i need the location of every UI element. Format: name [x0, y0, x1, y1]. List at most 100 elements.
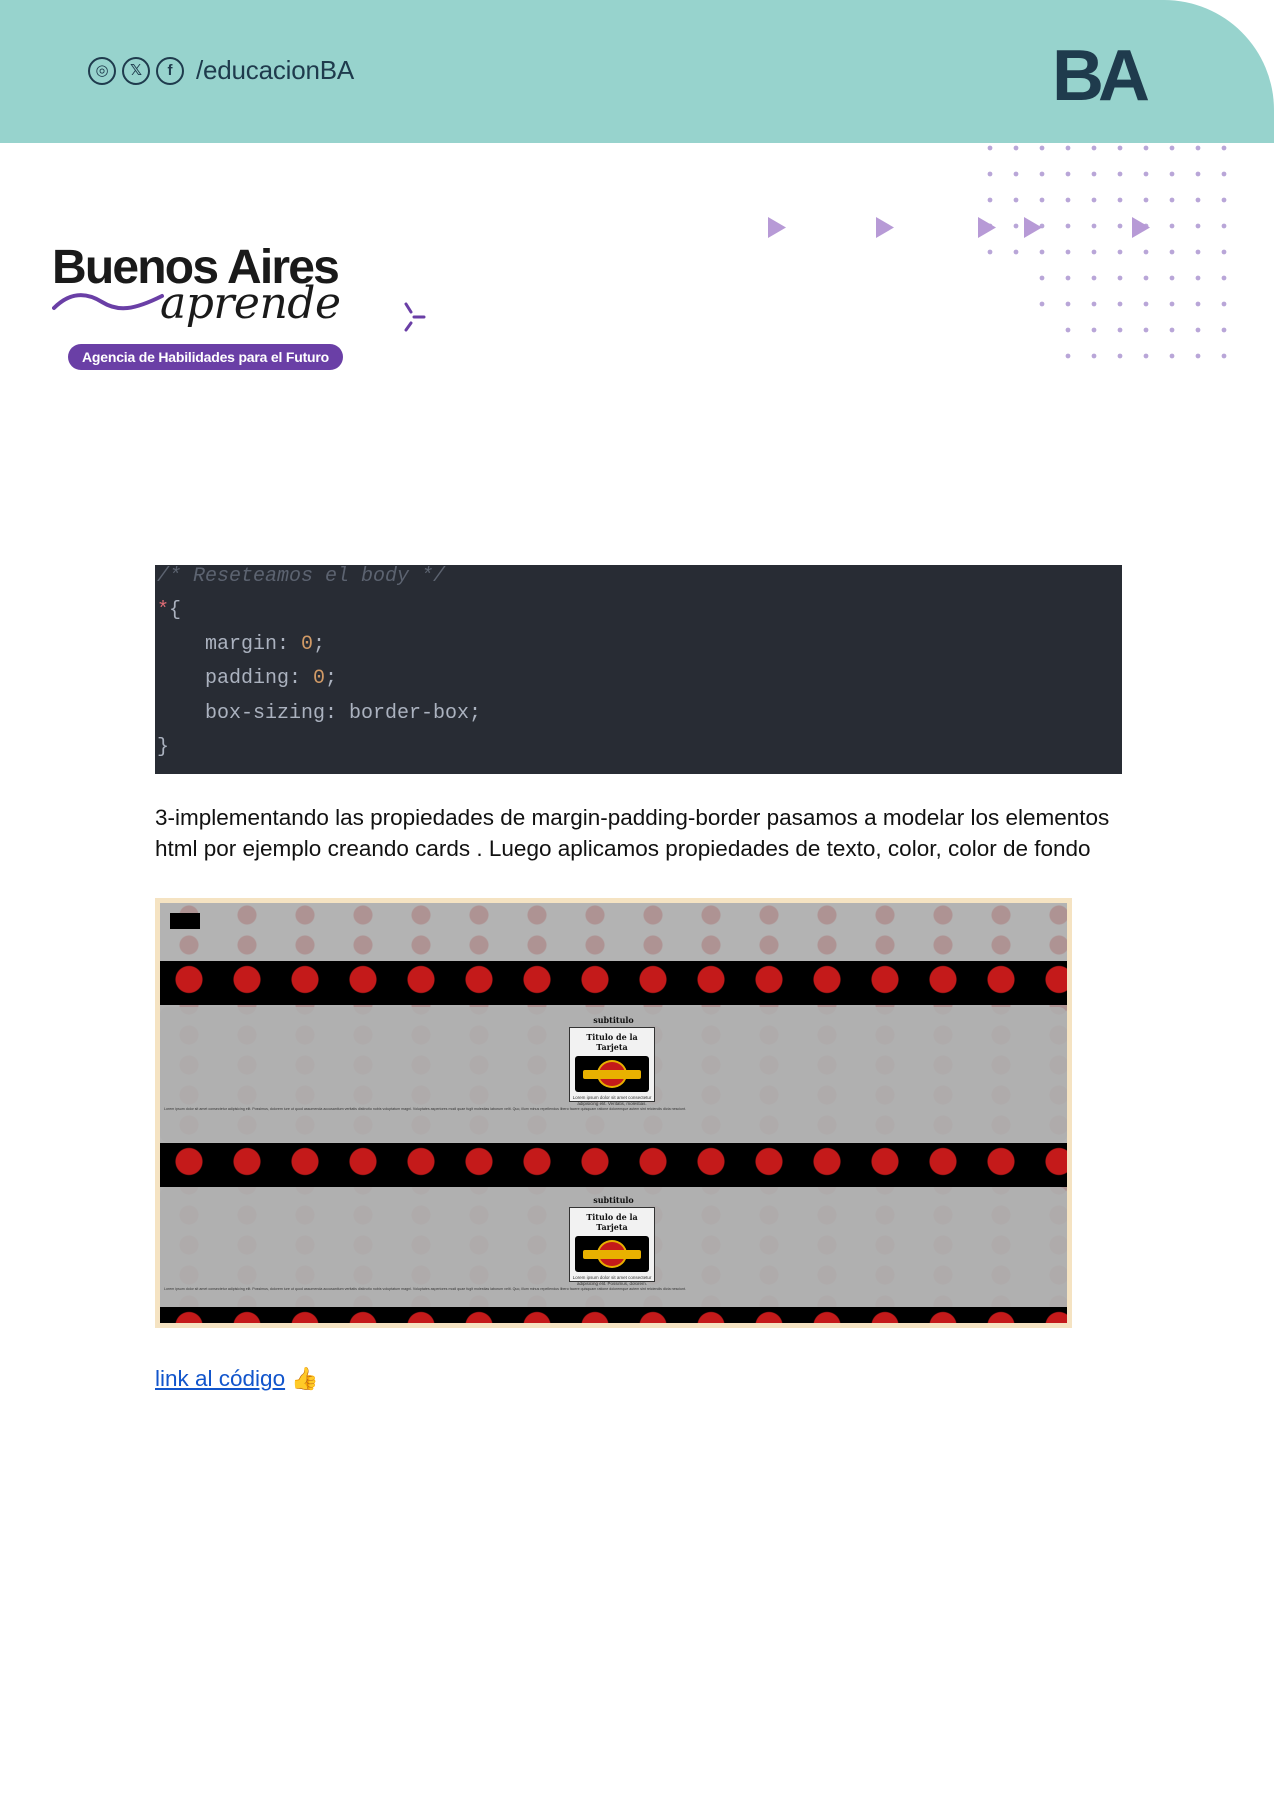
footer-band-strip: [160, 1307, 1067, 1323]
facebook-icon[interactable]: f: [156, 56, 184, 85]
card-title: Titulo de la Tarjeta: [586, 1032, 638, 1052]
card-title: Titulo de la Tarjeta: [586, 1212, 638, 1232]
decorative-dot: [1065, 353, 1071, 359]
decorative-dot: [1221, 327, 1227, 333]
decorative-dot: [1013, 197, 1019, 203]
brand-line2: aprende: [160, 278, 341, 329]
screenshot-canvas: subtitulo Titulo de la Tarjeta Lorem ips…: [160, 903, 1067, 1323]
decorative-dot: [1091, 327, 1097, 333]
play-triangle-icon: [1132, 217, 1150, 238]
decorative-dot: [1195, 171, 1201, 177]
swoosh-icon: [52, 293, 164, 311]
decorative-dot: [1065, 223, 1071, 229]
middle-band-strip: [160, 1143, 1067, 1187]
decorative-dot: [1065, 327, 1071, 333]
decorative-dot: [1117, 171, 1123, 177]
decorative-dot: [1143, 353, 1149, 359]
decorative-dot: [1195, 249, 1201, 255]
result-screenshot: subtitulo Titulo de la Tarjeta Lorem ips…: [155, 898, 1072, 1328]
decorative-dot: [1169, 171, 1175, 177]
decorative-dot: [1091, 145, 1097, 151]
section-subtitle: subtitulo: [593, 1195, 634, 1205]
code-link[interactable]: link al código: [155, 1366, 285, 1391]
decorative-dot: [1065, 145, 1071, 151]
decorative-dot: [1013, 249, 1019, 255]
decorative-dot: [1117, 223, 1123, 229]
decorative-dot: [1039, 145, 1045, 151]
decorative-dot: [1221, 171, 1227, 177]
code-line: padding: 0;: [157, 667, 338, 690]
decorative-dot: [1065, 197, 1071, 203]
decorative-dot: [1143, 145, 1149, 151]
spark-icon: [404, 302, 426, 332]
decorative-dot: [1169, 327, 1175, 333]
decorative-dots: [768, 145, 1227, 359]
decorative-dot: [1117, 353, 1123, 359]
card-section: subtitulo Titulo de la Tarjeta Lorem ips…: [160, 1187, 1067, 1322]
section-body-text: Lorem ipsum dolor sit amet consectetur a…: [164, 1107, 686, 1111]
decorative-dot: [1221, 353, 1227, 359]
decorative-dot: [1221, 197, 1227, 203]
decorative-dot: [1065, 249, 1071, 255]
mini-logo-image: [170, 913, 200, 929]
decorative-dot: [1065, 171, 1071, 177]
header-band: ◎ 𝕏 f /educacionBA BA: [0, 0, 1274, 143]
decorative-dot: [1169, 223, 1175, 229]
play-triangle-icon: [978, 217, 996, 238]
decorative-dot: [1065, 301, 1071, 307]
decorative-dot: [1195, 353, 1201, 359]
code-link-line: link al código 👍: [155, 1366, 318, 1392]
instagram-icon[interactable]: ◎: [88, 56, 116, 85]
decorative-dot: [1039, 275, 1045, 281]
ba-logo-text: BA: [1052, 42, 1149, 104]
decorative-dot: [1039, 301, 1045, 307]
decorative-dot: [1169, 353, 1175, 359]
decorative-dot: [1117, 301, 1123, 307]
play-triangle-icon: [876, 217, 894, 238]
jurassic-park-logo: [575, 1056, 649, 1092]
decorative-dot: [1169, 145, 1175, 151]
decorative-dot: [1195, 145, 1201, 151]
card-text: Lorem ipsum dolor sit amet consectetur a…: [572, 1275, 652, 1286]
decorative-dot: [987, 145, 993, 151]
decorative-dot: [1221, 275, 1227, 281]
decorative-dot: [987, 249, 993, 255]
decorative-dot: [1221, 301, 1227, 307]
decorative-dot: [1091, 353, 1097, 359]
decorative-dot: [1117, 275, 1123, 281]
decorative-dot: [1065, 275, 1071, 281]
ba-logo: BA: [1052, 42, 1155, 104]
section-subtitle: subtitulo: [593, 1015, 634, 1025]
brand-tagline: Agencia de Habilidades para el Futuro: [68, 344, 343, 370]
code-line: box-sizing: border-box;: [157, 702, 482, 725]
decorative-dot: [1143, 197, 1149, 203]
play-triangle-icon: [1024, 217, 1042, 238]
decorative-dot: [1091, 301, 1097, 307]
decorative-dot: [1143, 171, 1149, 177]
decorative-dot: [1117, 249, 1123, 255]
decorative-dot: [1195, 301, 1201, 307]
code-line: }: [157, 736, 170, 759]
decorative-dot: [1195, 275, 1201, 281]
decorative-dot: [1117, 327, 1123, 333]
play-triangle-icon: [768, 217, 786, 238]
decorative-dot: [1117, 145, 1123, 151]
card: Titulo de la Tarjeta Lorem ipsum dolor s…: [569, 1207, 655, 1286]
buenos-aires-aprende-logo: Buenos Aires aprende Agencia de Habilida…: [52, 240, 426, 370]
decorative-dot: [1013, 223, 1019, 229]
decorative-dot: [1143, 301, 1149, 307]
decorative-dot: [1169, 197, 1175, 203]
decorative-dot: [1039, 197, 1045, 203]
decorative-dot: [1221, 249, 1227, 255]
social-links: ◎ 𝕏 f /educacionBA: [88, 55, 354, 86]
description-paragraph: 3-implementando las propiedades de margi…: [155, 805, 1110, 861]
jurassic-park-logo: [575, 1236, 649, 1272]
decorative-dot: [1143, 327, 1149, 333]
decorative-dot: [1143, 275, 1149, 281]
thumbs-up-icon: 👍: [291, 1366, 319, 1391]
decorative-dot: [1169, 249, 1175, 255]
card-text: Lorem ipsum dolor sit amet consectetur a…: [572, 1095, 652, 1106]
decorative-dot: [1091, 171, 1097, 177]
x-icon[interactable]: 𝕏: [122, 56, 150, 85]
decorative-dot: [1221, 223, 1227, 229]
